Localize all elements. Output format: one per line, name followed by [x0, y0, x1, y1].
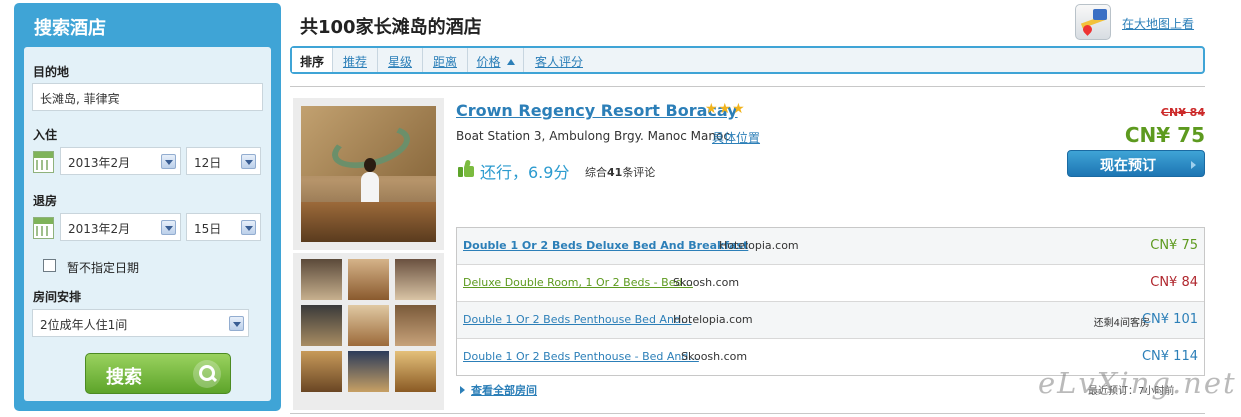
hotel-address: Boat Station 3, Ambulong Brgy. Manoc Man… [456, 129, 730, 143]
rooms-select[interactable]: 2位成年人住1间 [32, 309, 249, 337]
original-price: CN¥ 84 [1160, 106, 1205, 119]
destination-label: 目的地 [33, 65, 70, 79]
no-date-label: 暂不指定日期 [67, 261, 140, 275]
map-icon[interactable] [1075, 4, 1111, 40]
room-name-link[interactable]: Deluxe Double Room, 1 Or 2 Beds - Bed... [463, 276, 693, 289]
checkin-month-select[interactable]: 2013年2月 [60, 147, 181, 175]
room-name-link[interactable]: Double 1 Or 2 Beds Penthouse Bed And... [463, 313, 691, 326]
hotel-location-link[interactable]: 具体位置 [712, 129, 760, 146]
room-name-link[interactable]: Double 1 Or 2 Beds Deluxe Bed And Breakf… [463, 239, 748, 252]
room-price: CN¥ 84 [1150, 275, 1198, 290]
room-name-link[interactable]: Double 1 Or 2 Beds Penthouse - Bed And..… [463, 350, 699, 363]
sort-guest-rating[interactable]: 客人评分 [524, 48, 594, 72]
review-count: 41 [607, 166, 623, 179]
room-site: Hotelopia.com [673, 313, 753, 326]
rooms-value: 2位成年人住1间 [40, 318, 128, 332]
room-price: CN¥ 75 [1150, 238, 1198, 253]
sort-label: 排序 [292, 48, 333, 72]
room-offers-table: Double 1 Or 2 Beds Deluxe Bed And Breakf… [456, 227, 1205, 376]
current-price: CN¥ 75 [1124, 123, 1205, 147]
view-all-rooms-label: 查看全部房间 [471, 384, 537, 397]
divider [290, 413, 1205, 414]
sort-ascending-icon [506, 59, 515, 65]
hotel-thumbnail[interactable] [348, 305, 389, 346]
hotel-name-link[interactable]: Crown Regency Resort Boracay [456, 101, 738, 120]
search-form: 目的地 长滩岛, 菲律宾 入住 2013年2月 12日 退房 2013年2月 1… [24, 47, 271, 401]
sort-recommended[interactable]: 推荐 [333, 48, 378, 72]
hotel-thumbnail[interactable] [395, 351, 436, 392]
chevron-down-icon [241, 220, 256, 235]
checkout-month-value: 2013年2月 [68, 222, 131, 236]
hotel-thumbnail[interactable] [395, 259, 436, 300]
hotel-main-photo-frame [293, 98, 444, 250]
hotel-rating: 还行，6.9分 [480, 163, 570, 182]
hotel-thumbnail[interactable] [348, 351, 389, 392]
room-site: Hotelopia.com [719, 239, 799, 252]
checkout-label: 退房 [33, 194, 58, 208]
room-site: Skoosh.com [681, 350, 748, 363]
hotel-thumbnail[interactable] [301, 351, 342, 392]
destination-input[interactable]: 长滩岛, 菲律宾 [32, 83, 263, 111]
results-title: 共100家长滩岛的酒店 [300, 17, 482, 38]
checkout-month-select[interactable]: 2013年2月 [60, 213, 181, 241]
search-button[interactable]: 搜索 [85, 353, 231, 394]
room-site: Skoosh.com [673, 276, 740, 289]
room-offer-row[interactable]: Double 1 Or 2 Beds Deluxe Bed And Breakf… [457, 228, 1204, 265]
book-now-label: 现在预订 [1100, 158, 1156, 174]
checkin-month-value: 2013年2月 [68, 156, 131, 170]
chevron-down-icon [229, 316, 244, 331]
room-price: CN¥ 114 [1141, 349, 1198, 364]
room-price: CN¥ 101 [1141, 312, 1198, 327]
room-offer-row[interactable]: Double 1 Or 2 Beds Penthouse Bed And... … [457, 302, 1204, 339]
chevron-down-icon [161, 220, 176, 235]
sort-price-label: 价格 [476, 55, 501, 69]
sort-distance[interactable]: 距离 [423, 48, 468, 72]
checkin-calendar-icon[interactable] [33, 151, 54, 173]
search-panel: 搜索酒店 目的地 长滩岛, 菲律宾 入住 2013年2月 12日 退房 2013… [14, 3, 281, 411]
hotel-thumbnails [293, 253, 444, 410]
search-icon [193, 360, 221, 388]
thumbs-up-icon [458, 159, 474, 177]
checkin-day-select[interactable]: 12日 [186, 147, 261, 175]
chevron-down-icon [161, 154, 176, 169]
book-now-button[interactable]: 现在预订 [1067, 150, 1205, 177]
checkout-calendar-icon[interactable] [33, 217, 54, 239]
sort-stars[interactable]: 星级 [378, 48, 423, 72]
search-panel-title: 搜索酒店 [34, 18, 106, 39]
checkout-day-select[interactable]: 15日 [186, 213, 261, 241]
review-suffix: 条评论 [622, 166, 656, 179]
rooms-label: 房间安排 [33, 290, 82, 304]
review-prefix: 综合 [585, 166, 607, 179]
search-button-label: 搜索 [106, 367, 142, 388]
checkin-label: 入住 [33, 128, 58, 142]
checkin-day-value: 12日 [194, 156, 222, 170]
sort-price[interactable]: 价格 [468, 48, 524, 72]
hotel-thumbnail[interactable] [301, 305, 342, 346]
hotel-stars: ★★★ [705, 101, 746, 117]
watermark: eLvXing.net [1038, 366, 1237, 400]
room-offer-row[interactable]: Deluxe Double Room, 1 Or 2 Beds - Bed...… [457, 265, 1204, 302]
view-all-rooms-link[interactable]: 查看全部房间 [460, 382, 537, 398]
hotel-thumbnail[interactable] [301, 259, 342, 300]
chevron-down-icon [241, 154, 256, 169]
divider [290, 86, 1205, 87]
sort-bar: 排序 推荐 星级 距离 价格 客人评分 [290, 46, 1205, 74]
checkout-day-value: 15日 [194, 222, 222, 236]
hotel-thumbnail[interactable] [348, 259, 389, 300]
triangle-right-icon [460, 386, 465, 394]
hotel-thumbnail[interactable] [395, 305, 436, 346]
review-summary: 综合41条评论 [585, 164, 655, 180]
view-large-map-link[interactable]: 在大地图上看 [1122, 15, 1194, 32]
hotel-lobby-photo[interactable] [301, 106, 436, 242]
chevron-right-icon [1191, 161, 1196, 169]
no-date-checkbox[interactable] [43, 259, 56, 272]
